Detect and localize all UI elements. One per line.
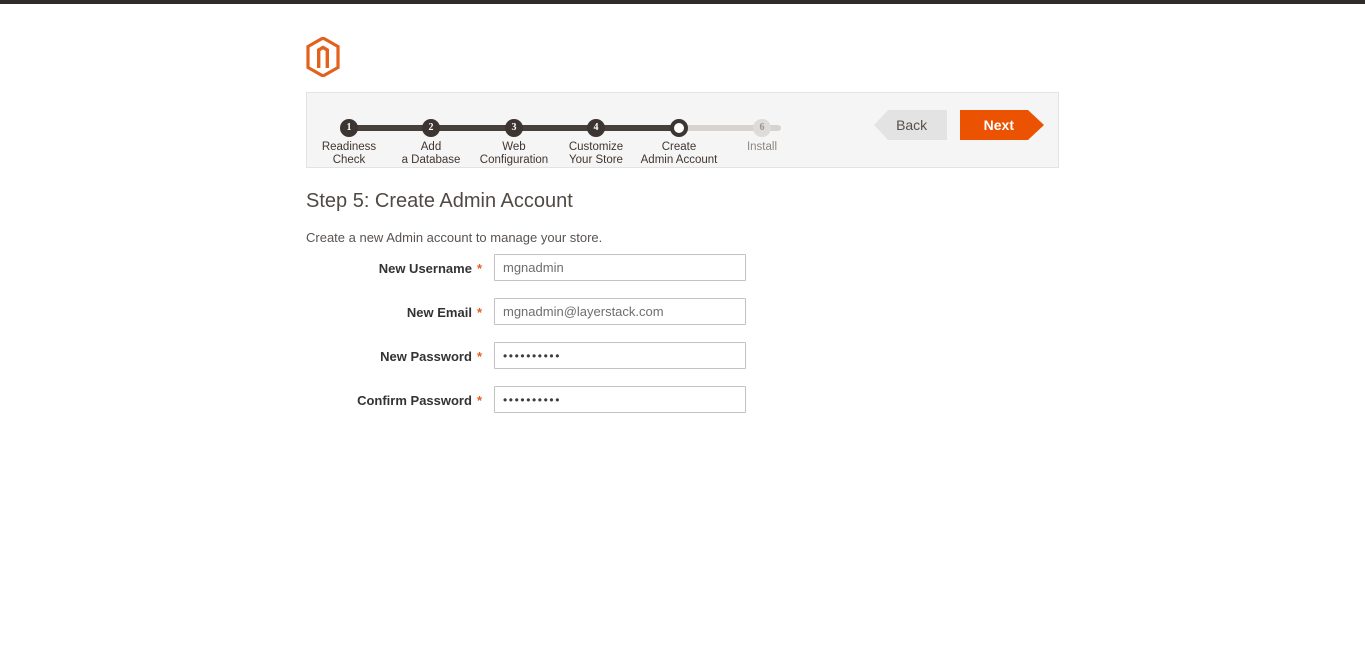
confirm-password-label: Confirm Password * (306, 393, 482, 408)
progress-step-1-marker: 1 (340, 119, 358, 137)
page-title: Step 5: Create Admin Account (306, 190, 573, 212)
back-button[interactable]: Back (874, 110, 948, 140)
progress-step-2-marker: 2 (422, 119, 440, 137)
progress-step-5-marker (670, 119, 688, 137)
magento-logo-icon (306, 37, 340, 77)
progress-panel: 1 Readiness Check 2 Add a Database 3 Web… (306, 92, 1059, 168)
progress-step-6-caption: Install (712, 141, 812, 154)
confirm-password-input[interactable] (494, 386, 746, 413)
new-username-input[interactable] (494, 254, 746, 281)
new-username-label: New Username * (306, 261, 482, 276)
admin-account-form: New Username * New Email * New Password * C… (306, 254, 906, 430)
new-password-label: New Password * (306, 349, 482, 364)
field-row-new-password: New Password * (306, 342, 906, 386)
wizard-nav-buttons: Back Next (874, 110, 1044, 140)
confirm-password-label-text: Confirm Password (357, 393, 472, 408)
progress-step-4-marker: 4 (587, 119, 605, 137)
installer-page: 1 Readiness Check 2 Add a Database 3 Web… (0, 4, 1365, 659)
progress-steps: 1 Readiness Check 2 Add a Database 3 Web… (307, 105, 827, 166)
new-username-label-text: New Username (378, 261, 472, 276)
field-row-new-username: New Username * (306, 254, 906, 298)
new-email-label: New Email * (306, 305, 482, 320)
new-email-label-text: New Email (406, 305, 472, 320)
progress-step-3-marker: 3 (505, 119, 523, 137)
progress-step-6-line1: Install (746, 141, 778, 153)
new-password-input[interactable] (494, 342, 746, 369)
next-button[interactable]: Next (960, 110, 1044, 140)
new-username-required-marker: * (476, 261, 482, 276)
new-password-label-text: New Password (380, 349, 472, 364)
progress-step-5-line2: Admin Account (640, 154, 718, 166)
progress-step-6[interactable]: 6 Install (712, 105, 812, 154)
field-row-confirm-password: Confirm Password * (306, 386, 906, 430)
page-subtitle: Create a new Admin account to manage you… (306, 230, 603, 245)
confirm-password-required-marker: * (476, 393, 482, 408)
new-email-required-marker: * (476, 305, 482, 320)
progress-step-6-marker: 6 (753, 119, 771, 137)
new-email-input[interactable] (494, 298, 746, 325)
field-row-new-email: New Email * (306, 298, 906, 342)
new-password-required-marker: * (476, 349, 482, 364)
